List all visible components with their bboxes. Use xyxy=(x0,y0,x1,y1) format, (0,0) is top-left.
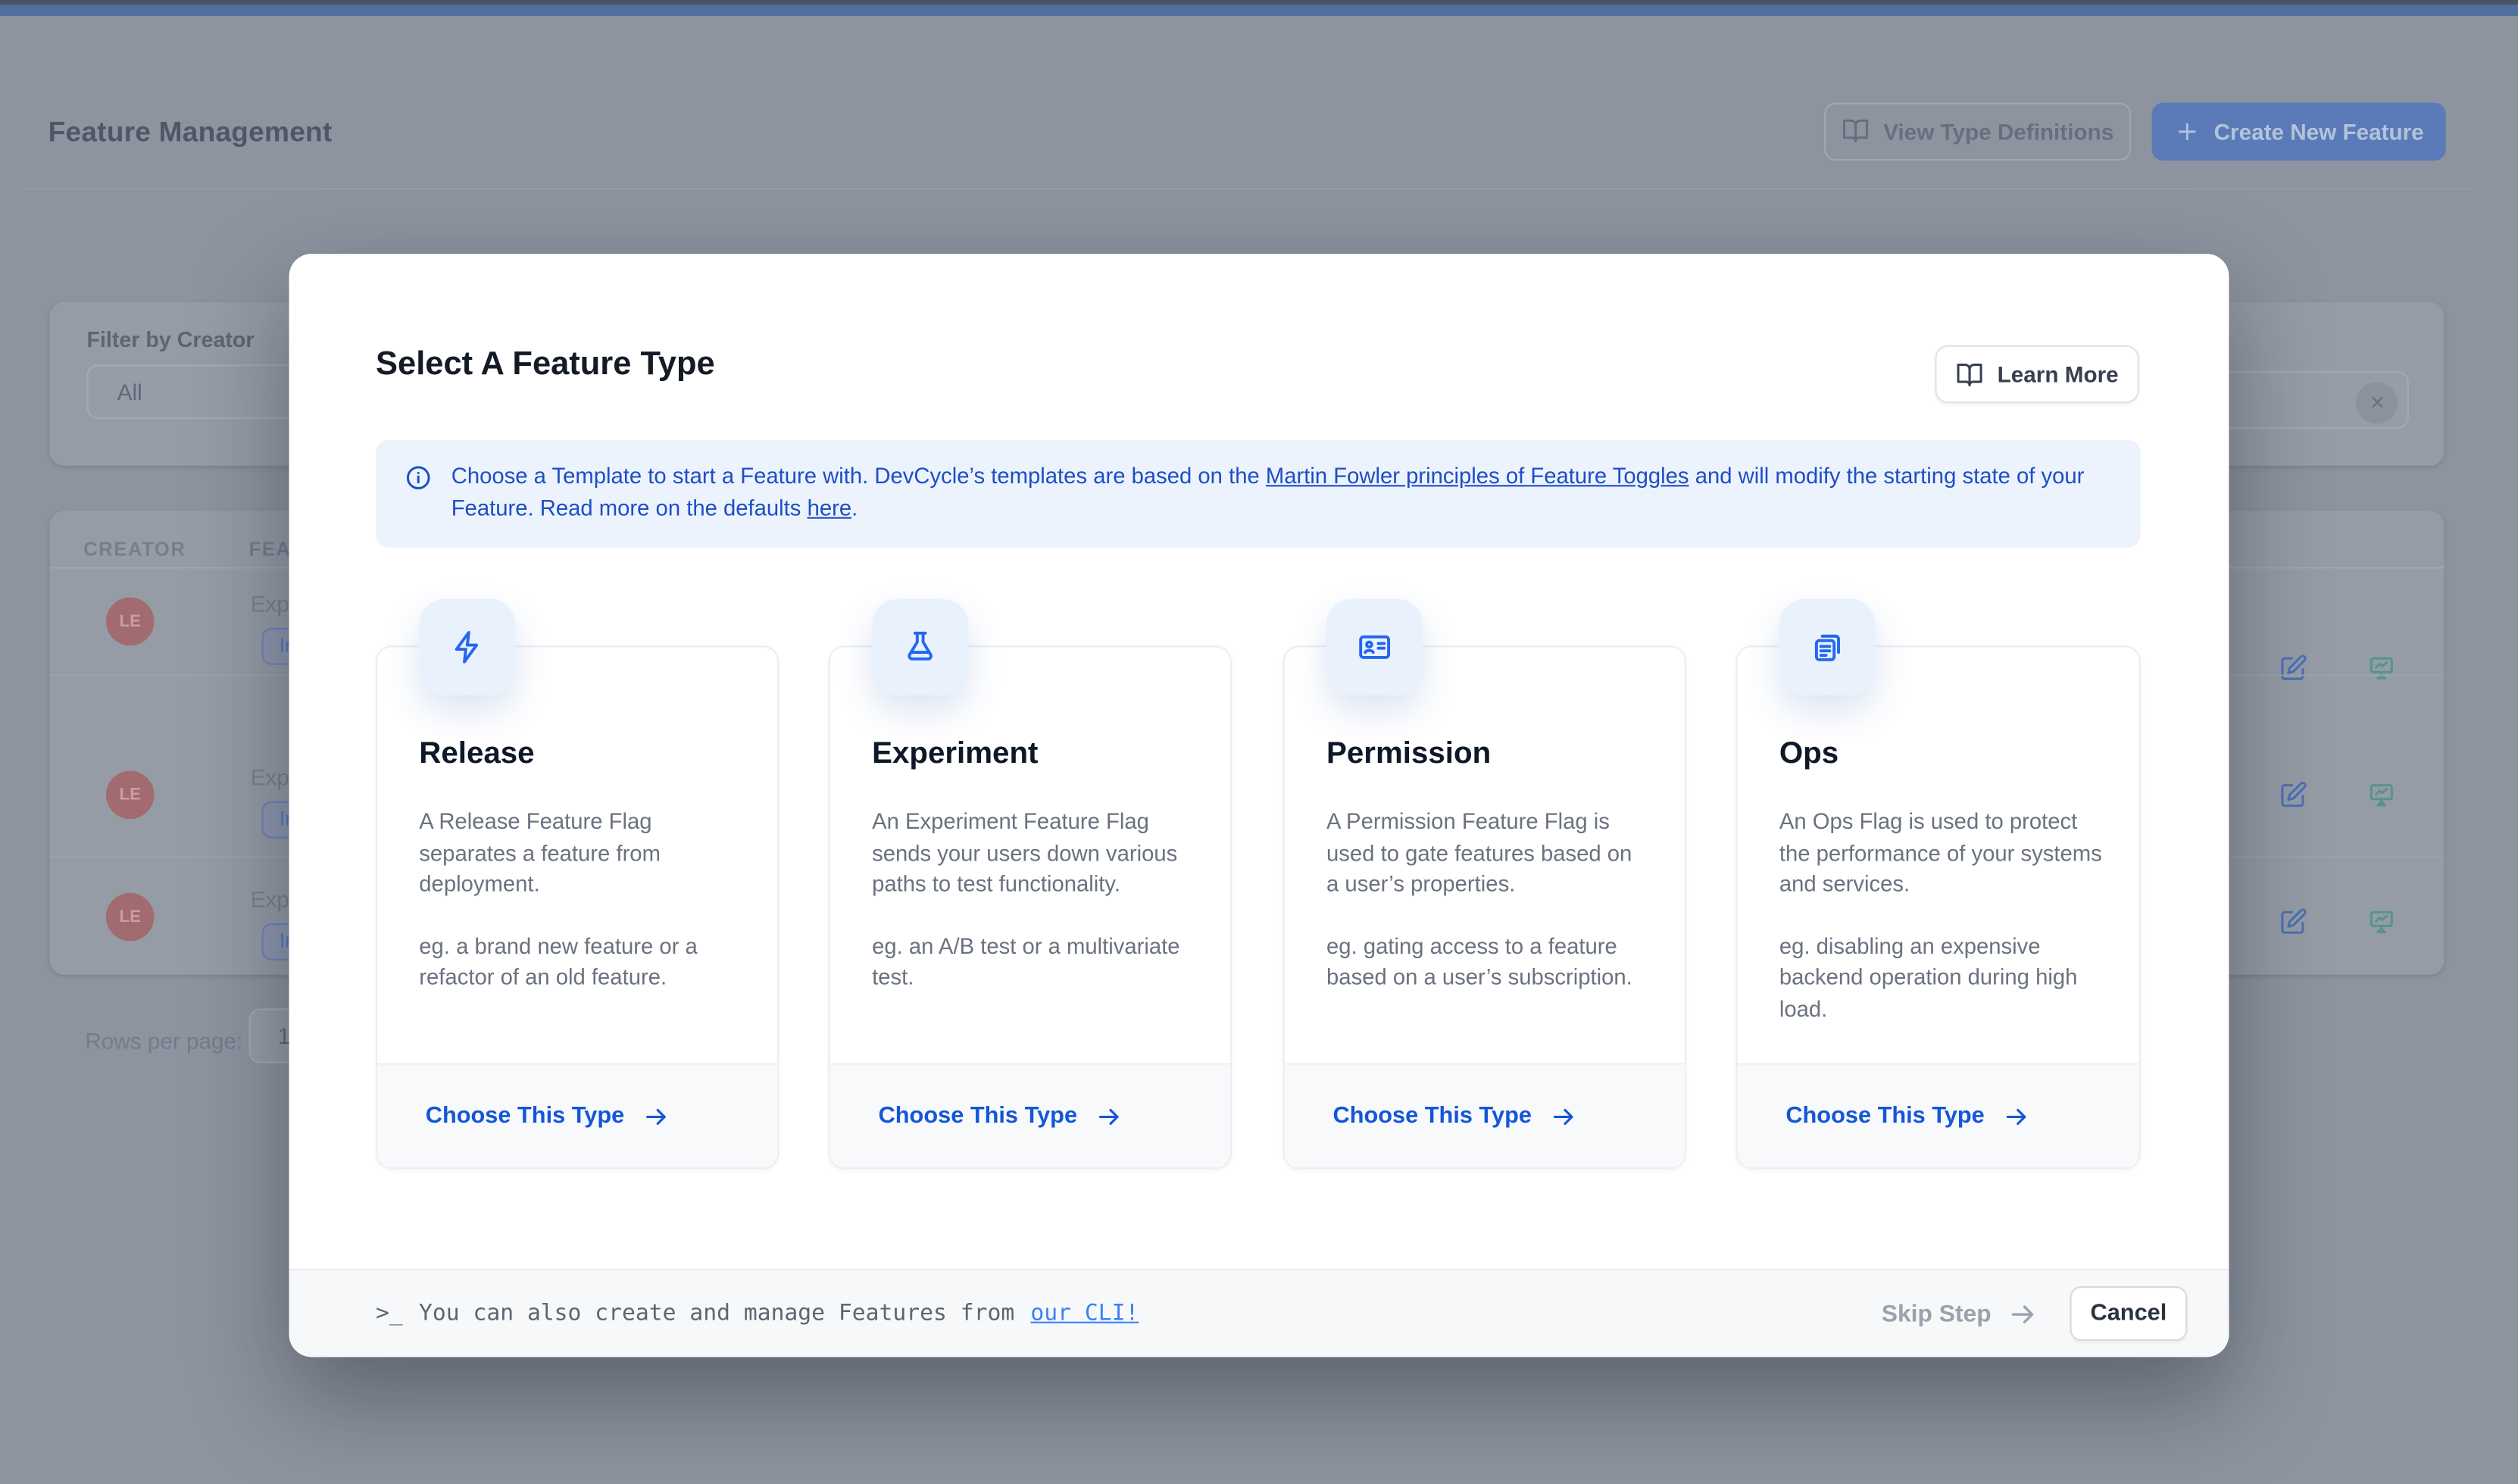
choose-this-type-button[interactable]: Choose This Type xyxy=(879,1102,1123,1129)
arrow-right-icon xyxy=(642,1102,670,1129)
martin-fowler-link[interactable]: Martin Fowler principles of Feature Togg… xyxy=(1266,464,1689,489)
edit-icon[interactable] xyxy=(2279,779,2307,808)
modal-title: Select A Feature Type xyxy=(376,345,715,384)
choose-this-type-label: Choose This Type xyxy=(1333,1103,1532,1129)
analytics-board-icon[interactable] xyxy=(2367,653,2396,682)
screen: Feature Management View Type Definitions… xyxy=(0,0,2518,1484)
feature-type-card-ops: Ops An Ops Flag is used to protect the p… xyxy=(1736,645,2141,1169)
feature-type-card-release: Release A Release Feature Flag separates… xyxy=(376,645,779,1169)
card-title: Ops xyxy=(1779,737,1839,773)
arrow-right-icon xyxy=(2002,1102,2029,1129)
choose-this-type-button[interactable]: Choose This Type xyxy=(1785,1102,2029,1129)
choose-this-type-label: Choose This Type xyxy=(879,1103,1077,1129)
banner-text: Choose a Template to start a Feature wit… xyxy=(451,461,2112,523)
card-description: An Experiment Feature Flag sends your us… xyxy=(872,806,1195,1023)
learn-more-button[interactable]: Learn More xyxy=(1935,345,2138,403)
view-type-definitions-label: View Type Definitions xyxy=(1883,118,2113,144)
header-divider xyxy=(26,187,2470,189)
card-example-text: eg. gating access to a feature based on … xyxy=(1326,930,1649,993)
card-footer: Choose This Type xyxy=(1285,1063,1685,1167)
create-new-feature-label: Create New Feature xyxy=(2214,118,2424,144)
banner-text-part: . xyxy=(851,495,858,520)
skip-step-label: Skip Step xyxy=(1882,1300,1992,1327)
cli-hint: >_ You can also create and manage Featur… xyxy=(376,1301,1139,1326)
lightning-icon xyxy=(419,599,515,695)
feature-type-card-experiment: Experiment An Experiment Feature Flag se… xyxy=(829,645,1232,1169)
card-description: A Permission Feature Flag is used to gat… xyxy=(1326,806,1649,1023)
view-type-definitions-button[interactable]: View Type Definitions xyxy=(1824,102,2131,160)
choose-this-type-label: Choose This Type xyxy=(1785,1103,1984,1129)
filter-by-creator-label: Filter by Creator xyxy=(86,326,254,351)
cancel-label: Cancel xyxy=(2091,1301,2167,1326)
avatar: LE xyxy=(106,597,155,645)
id-card-icon xyxy=(1326,599,1423,695)
flask-icon xyxy=(872,599,968,695)
documents-icon xyxy=(1779,599,1876,695)
cli-link[interactable]: our CLI! xyxy=(1030,1301,1139,1326)
info-icon xyxy=(405,464,432,492)
card-title: Release xyxy=(419,737,534,773)
choose-this-type-button[interactable]: Choose This Type xyxy=(426,1102,670,1129)
modal-footer: >_ You can also create and manage Featur… xyxy=(289,1269,2229,1357)
card-description: An Ops Flag is used to protect the perfo… xyxy=(1779,806,2102,1055)
card-description-text: An Experiment Feature Flag sends your us… xyxy=(872,806,1195,900)
card-title: Permission xyxy=(1326,737,1491,773)
book-open-icon xyxy=(1956,361,1983,388)
choose-this-type-button[interactable]: Choose This Type xyxy=(1333,1102,1577,1129)
card-footer: Choose This Type xyxy=(830,1063,1230,1167)
select-feature-type-modal: Select A Feature Type Learn More Choose … xyxy=(289,254,2229,1357)
arrow-right-icon xyxy=(1095,1102,1122,1129)
plus-icon xyxy=(2174,118,2200,144)
card-description-text: A Permission Feature Flag is used to gat… xyxy=(1326,806,1649,900)
edit-icon[interactable] xyxy=(2279,653,2307,682)
banner-text-part: Choose a Template to start a Feature wit… xyxy=(451,464,1266,489)
book-open-icon xyxy=(1842,117,1869,145)
page-title: Feature Management xyxy=(48,115,333,149)
arrow-right-icon xyxy=(2007,1298,2038,1329)
avatar: LE xyxy=(106,770,155,818)
skip-step-button[interactable]: Skip Step xyxy=(1882,1298,2038,1329)
analytics-board-icon[interactable] xyxy=(2367,779,2396,808)
edit-icon[interactable] xyxy=(2279,907,2307,936)
app-top-bar xyxy=(0,4,2518,15)
avatar: LE xyxy=(106,892,155,941)
choose-this-type-label: Choose This Type xyxy=(426,1103,624,1129)
feature-type-card-permission: Permission A Permission Feature Flag is … xyxy=(1283,645,1686,1169)
card-description-text: An Ops Flag is used to protect the perfo… xyxy=(1779,806,2102,900)
analytics-board-icon[interactable] xyxy=(2367,907,2396,936)
card-footer: Choose This Type xyxy=(1738,1063,2139,1167)
arrow-right-icon xyxy=(1549,1102,1576,1129)
clear-search-button[interactable] xyxy=(2356,381,2398,423)
terminal-prompt-icon: >_ xyxy=(376,1301,403,1326)
create-new-feature-button[interactable]: Create New Feature xyxy=(2152,102,2446,160)
rows-per-page-label: Rows per page: xyxy=(85,1027,242,1053)
card-footer: Choose This Type xyxy=(377,1063,777,1167)
defaults-here-link[interactable]: here xyxy=(808,495,852,520)
card-example-text: eg. disabling an expensive backend opera… xyxy=(1779,930,2102,1024)
card-example-text: eg. a brand new feature or a refactor of… xyxy=(419,930,742,993)
cli-hint-text: You can also create and manage Features … xyxy=(419,1301,1014,1326)
template-info-banner: Choose a Template to start a Feature wit… xyxy=(376,440,2141,548)
card-title: Experiment xyxy=(872,737,1038,773)
column-header-creator: CREATOR xyxy=(83,537,186,560)
card-description-text: A Release Feature Flag separates a featu… xyxy=(419,806,742,900)
cancel-button[interactable]: Cancel xyxy=(2070,1286,2188,1341)
card-example-text: eg. an A/B test or a multivariate test. xyxy=(872,930,1195,993)
x-icon xyxy=(2368,393,2385,411)
learn-more-label: Learn More xyxy=(1998,361,2119,387)
modal-footer-actions: Skip Step Cancel xyxy=(1882,1286,2188,1341)
card-description: A Release Feature Flag separates a featu… xyxy=(419,806,742,1023)
creator-filter-value: All xyxy=(117,378,142,404)
